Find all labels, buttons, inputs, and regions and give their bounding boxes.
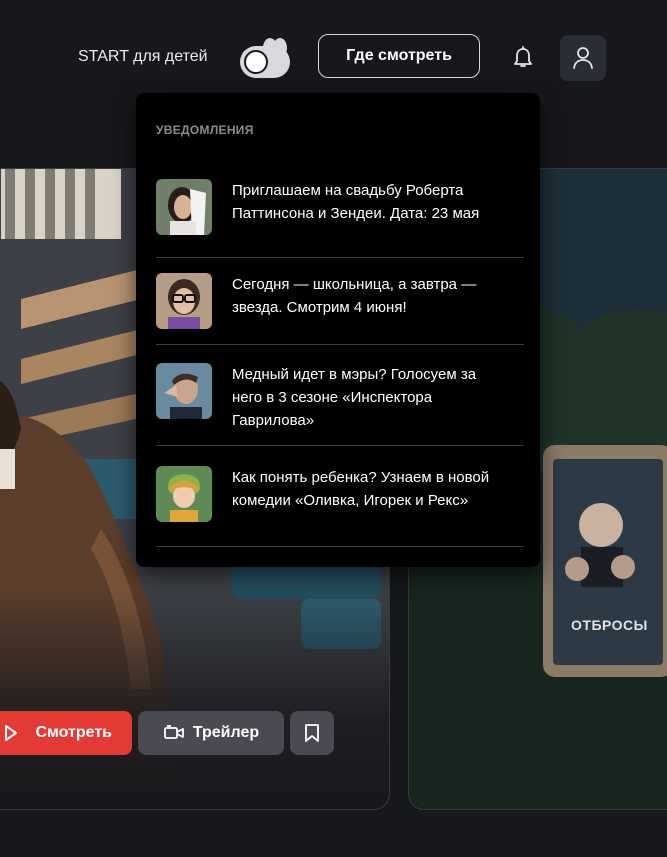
kids-mode-label: START для детей <box>78 48 208 65</box>
bookmark-button[interactable] <box>290 711 334 755</box>
notification-thumbnail <box>156 273 212 329</box>
kids-mode-toggle[interactable] <box>236 38 292 80</box>
camera-icon <box>163 725 185 741</box>
notification-thumbnail <box>156 466 212 522</box>
notification-item[interactable]: Как понять ребенка? Узнаем в новой комед… <box>156 446 524 547</box>
header: START для детей Где смотреть <box>0 0 667 100</box>
notification-thumbnail <box>156 179 212 235</box>
notification-text: Сегодня — школьница, а завтра — звезда. … <box>232 276 477 316</box>
notification-item[interactable]: Приглашаем на свадьбу Роберта Паттинсона… <box>156 163 524 258</box>
notification-text: Медный идет в мэры? Голосуем за него в 3… <box>232 366 477 429</box>
where-to-watch-button[interactable]: Где смотреть <box>318 34 480 78</box>
watch-button[interactable]: Смотреть <box>0 711 132 755</box>
play-icon <box>4 725 18 741</box>
notifications-title: УВЕДОМЛЕНИЯ <box>156 123 254 137</box>
notification-thumbnail <box>156 363 212 419</box>
notifications-list: Приглашаем на свадьбу Роберта Паттинсона… <box>156 163 524 547</box>
notifications-panel: УВЕДОМЛЕНИЯ Приглашаем на свадьбу Роберт… <box>136 93 540 567</box>
watch-label: Смотреть <box>35 724 112 741</box>
notification-item[interactable]: Медный идет в мэры? Голосуем за него в 3… <box>156 345 524 446</box>
notification-item[interactable]: Сегодня — школьница, а завтра — звезда. … <box>156 258 524 345</box>
notification-text: Приглашаем на свадьбу Роберта Паттинсона… <box>232 182 480 222</box>
profile-button[interactable] <box>560 35 606 81</box>
bookmark-icon <box>304 723 320 743</box>
bunny-toggle-icon <box>240 38 290 78</box>
notification-text: Как понять ребенка? Узнаем в новой комед… <box>232 469 490 509</box>
hero-gradient <box>0 589 389 809</box>
trailer-label: Трейлер <box>192 724 260 741</box>
page: ОТБРОСЫ Смотреть Трейлер START для детей <box>0 0 667 857</box>
bell-icon[interactable] <box>510 45 536 71</box>
side-card-poster-title: ОТБРОСЫ <box>571 617 648 633</box>
trailer-button[interactable]: Трейлер <box>138 711 284 755</box>
user-icon <box>572 46 594 70</box>
